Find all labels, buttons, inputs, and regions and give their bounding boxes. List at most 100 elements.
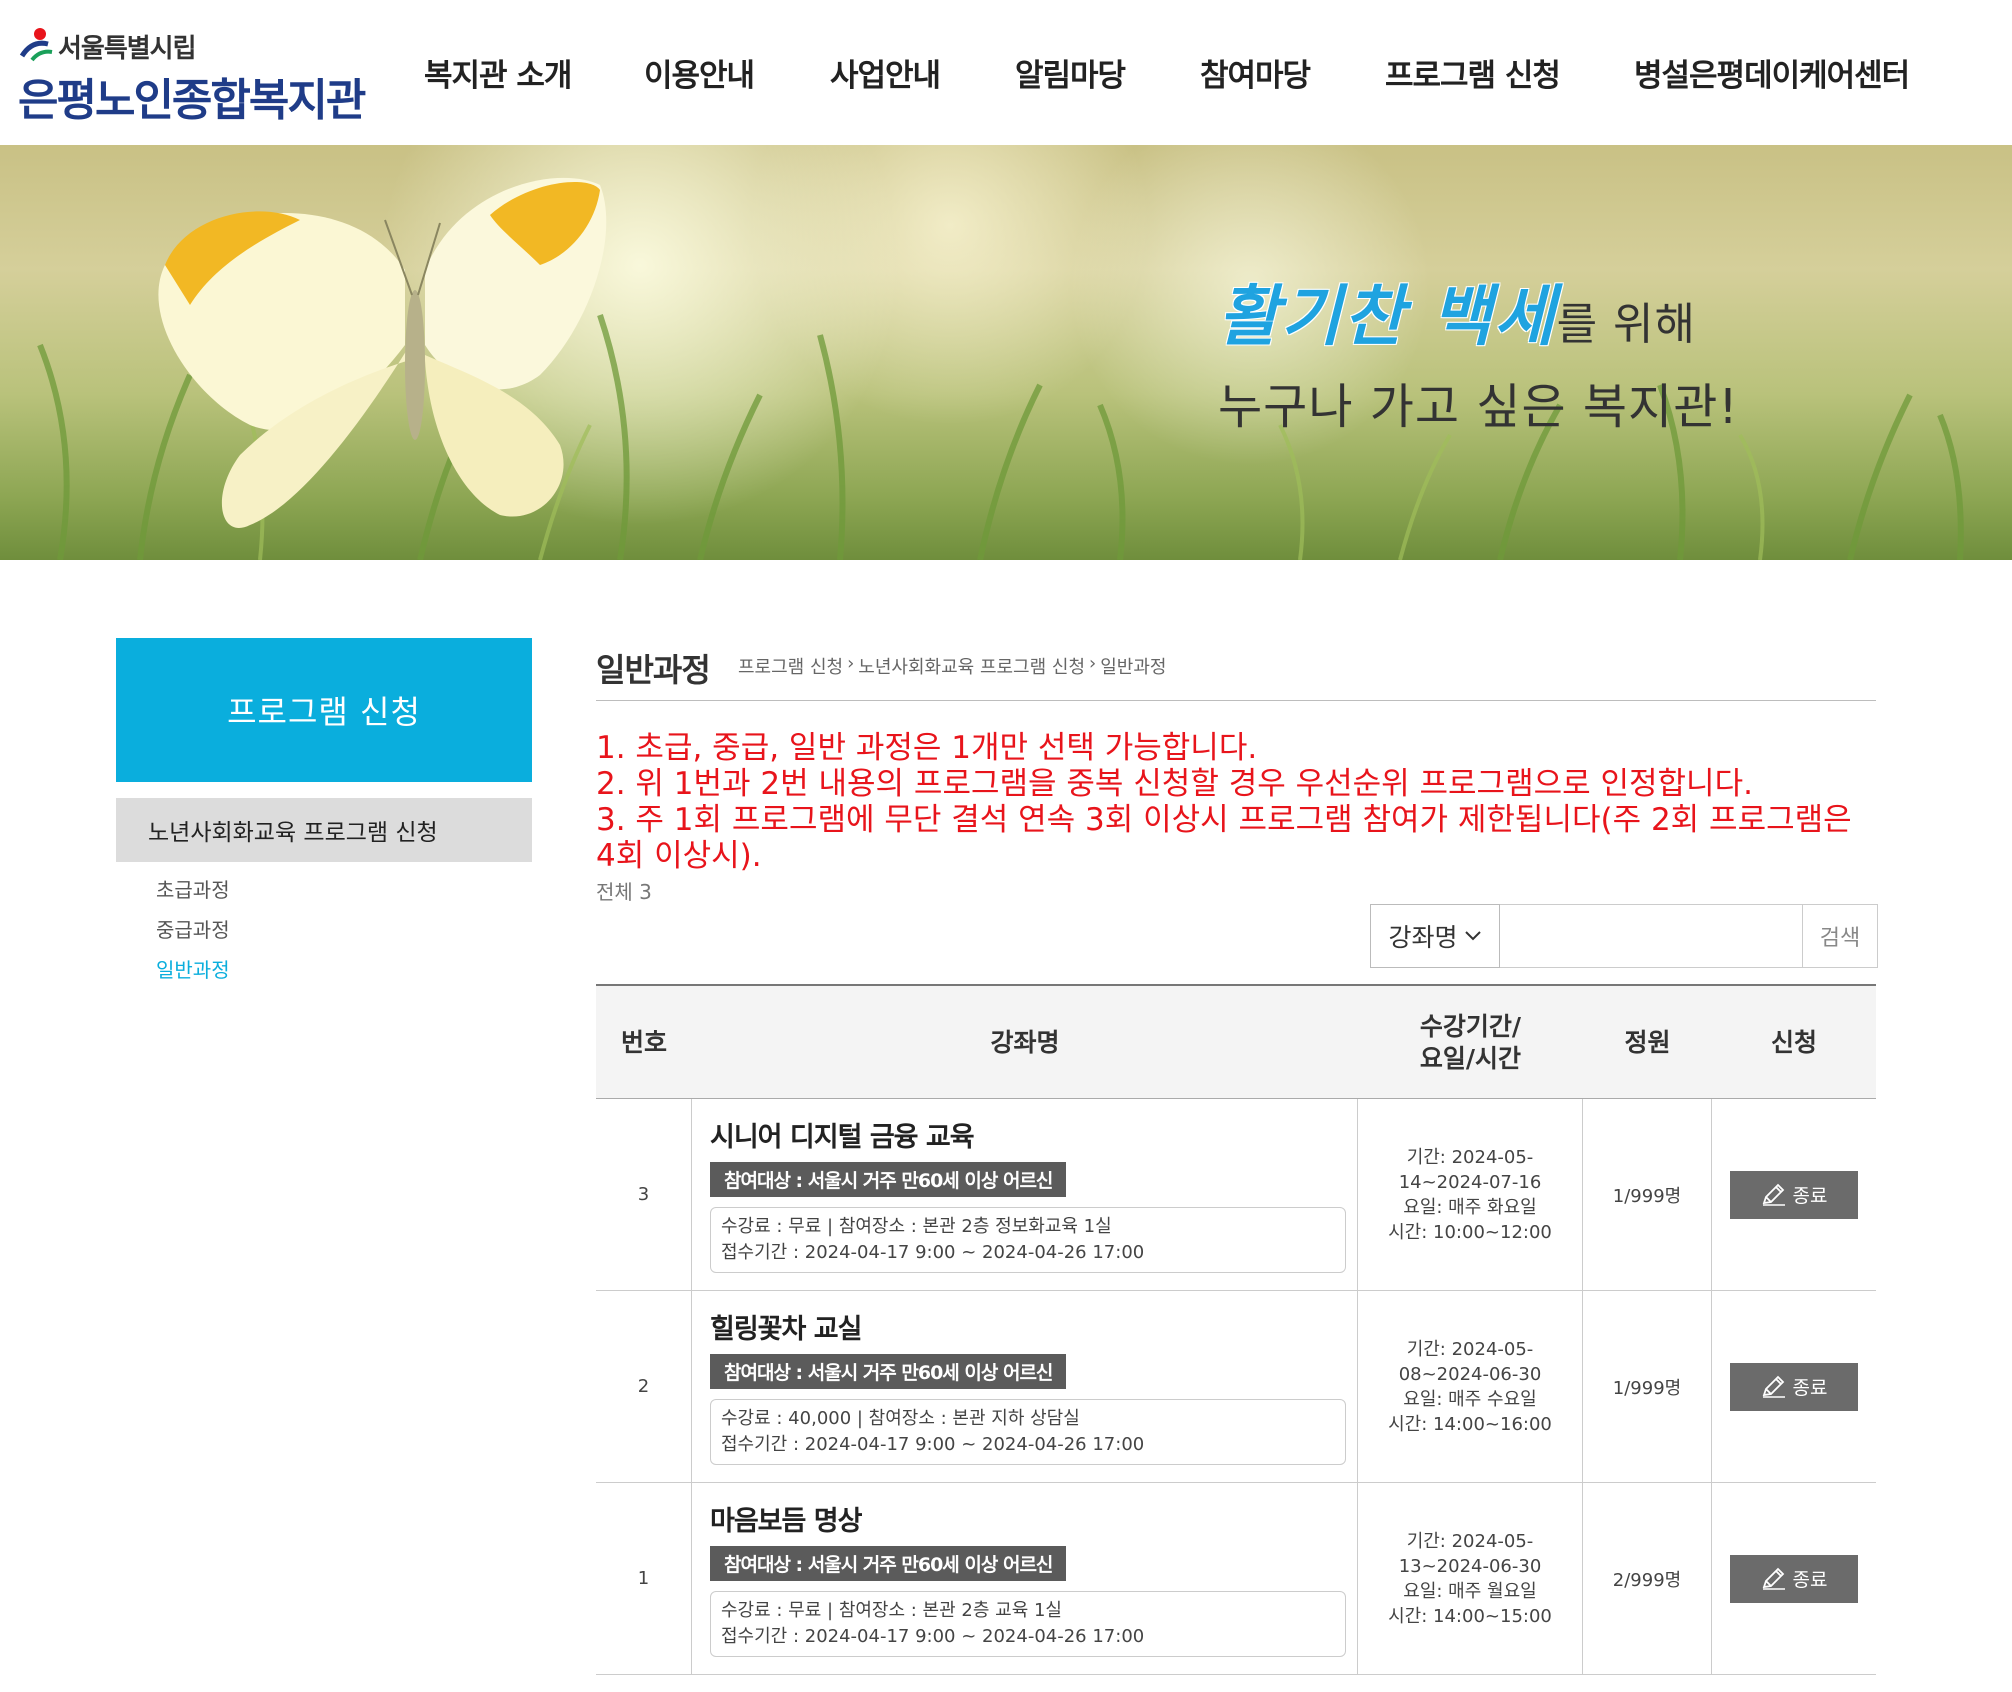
logo-mark-icon [19, 28, 53, 62]
header-no: 번호 [620, 1027, 667, 1057]
hero-banner: 활기찬 백세를 위해 누구나 가고 싶은 복지관! [0, 145, 2012, 560]
search-button[interactable]: 검색 [1802, 904, 1878, 968]
period-time: 시간: 10:00~12:00 [1388, 1221, 1552, 1243]
nav-item-notice[interactable]: 알림마당 [1015, 50, 1126, 95]
nav-item-daycare[interactable]: 병설은평데이케어센터 [1634, 50, 1910, 95]
course-info-box: 수강료 : 무료 | 참여장소 : 본관 2층 교육 1실 접수기간 : 202… [710, 1591, 1346, 1657]
row-apply: 종료 [1712, 1291, 1876, 1482]
period-start: 기간: 2024-05- [1406, 1146, 1534, 1168]
breadcrumb-item[interactable]: 노년사회화교육 프로그램 신청 [858, 653, 1085, 679]
course-fee-place: 수강료 : 무료 | 참여장소 : 본관 2층 정보화교육 1실 [721, 1216, 1112, 1237]
pencil-icon [1762, 1183, 1785, 1206]
period-day: 요일: 매주 수요일 [1403, 1388, 1537, 1410]
period-start: 기간: 2024-05- [1406, 1530, 1534, 1552]
notice-block: 1. 초급, 중급, 일반 과정은 1개만 선택 가능합니다. 2. 위 1번과… [596, 730, 1876, 874]
apply-closed-button[interactable]: 종료 [1730, 1362, 1858, 1411]
title-divider [596, 700, 1876, 701]
banner-accent-text: 활기찬 백세 [1218, 277, 1557, 355]
period-end: 13~2024-06-30 [1398, 1555, 1542, 1577]
header-apply: 신청 [1770, 1027, 1817, 1057]
table-row: 1 마음보듬 명상 참여대상 : 서울시 거주 만60세 이상 어르신 수강료 … [596, 1483, 1876, 1675]
breadcrumb-chevron-icon: › [847, 653, 855, 674]
banner-subline: 누구나 가고 싶은 복지관! [1218, 379, 1739, 435]
chevron-down-icon [1464, 931, 1481, 941]
course-registration-period: 접수기간 : 2024-04-17 9:00 ~ 2024-04-26 17:0… [721, 1434, 1145, 1455]
course-fee-place: 수강료 : 무료 | 참여장소 : 본관 2층 교육 1실 [721, 1600, 1062, 1621]
breadcrumb-item[interactable]: 일반과정 [1100, 653, 1166, 679]
header-capacity: 정원 [1624, 1027, 1671, 1057]
banner-headline-rest: 를 위해 [1556, 299, 1697, 350]
banner-headline: 활기찬 백세를 위해 [1218, 263, 1696, 359]
course-registration-period: 접수기간 : 2024-04-17 9:00 ~ 2024-04-26 17:0… [721, 1242, 1145, 1263]
row-capacity: 2/999명 [1583, 1483, 1712, 1674]
page-title: 일반과정 [596, 651, 711, 689]
target-badge: 참여대상 : 서울시 거주 만60세 이상 어르신 [710, 1354, 1067, 1389]
site-header: 서울특별시립 은평노인종합복지관 복지관 소개 이용안내 사업안내 알림마당 참… [0, 0, 2012, 145]
period-end: 08~2024-06-30 [1398, 1363, 1542, 1385]
pencil-icon [1762, 1375, 1785, 1398]
sidebar-item-intermediate[interactable]: 중급과정 [156, 914, 230, 943]
period-time: 시간: 14:00~16:00 [1388, 1413, 1552, 1435]
row-apply: 종료 [1712, 1483, 1876, 1674]
site-logo[interactable]: 서울특별시립 은평노인종합복지관 [18, 22, 378, 126]
search-field-select[interactable]: 강좌명 [1370, 904, 1500, 968]
period-day: 요일: 매주 화요일 [1403, 1196, 1537, 1218]
logo-subtitle: 서울특별시립 [58, 34, 197, 64]
breadcrumb-item[interactable]: 프로그램 신청 [738, 653, 843, 679]
sidebar-title: 프로그램 신청 [116, 638, 532, 782]
nav-item-about[interactable]: 복지관 소개 [424, 50, 572, 95]
row-number: 1 [596, 1483, 692, 1674]
notice-line: 1. 초급, 중급, 일반 과정은 1개만 선택 가능합니다. [596, 730, 1258, 766]
table-row: 2 힐링꽃차 교실 참여대상 : 서울시 거주 만60세 이상 어르신 수강료 … [596, 1291, 1876, 1483]
period-start: 기간: 2024-05- [1406, 1338, 1534, 1360]
row-capacity: 1/999명 [1583, 1099, 1712, 1290]
butterfly-icon [158, 177, 607, 528]
apply-closed-button[interactable]: 종료 [1730, 1170, 1858, 1219]
row-apply: 종료 [1712, 1099, 1876, 1290]
nav-item-program-apply[interactable]: 프로그램 신청 [1385, 50, 1561, 95]
notice-line: 3. 주 1회 프로그램에 무단 결석 연속 3회 이상시 프로그램 참여가 제… [596, 802, 1852, 874]
row-capacity: 1/999명 [1583, 1291, 1712, 1482]
course-info-box: 수강료 : 40,000 | 참여장소 : 본관 지하 상담실 접수기간 : 2… [710, 1399, 1346, 1465]
course-info-box: 수강료 : 무료 | 참여장소 : 본관 2층 정보화교육 1실 접수기간 : … [710, 1207, 1346, 1273]
nav-item-participate[interactable]: 참여마당 [1200, 50, 1311, 95]
course-title[interactable]: 힐링꽃차 교실 [710, 1307, 1341, 1346]
row-number: 3 [596, 1099, 692, 1290]
logo-title: 은평노인종합복지관 [18, 75, 366, 126]
apply-status-label: 종료 [1792, 1377, 1828, 1399]
course-fee-place: 수강료 : 40,000 | 참여장소 : 본관 지하 상담실 [721, 1408, 1080, 1429]
apply-closed-button[interactable]: 종료 [1730, 1554, 1858, 1603]
period-time: 시간: 14:00~15:00 [1388, 1605, 1552, 1627]
sidebar-item-beginner[interactable]: 초급과정 [156, 874, 230, 903]
butterfly-scene-illustration [37, 177, 1964, 560]
row-course: 시니어 디지털 금융 교육 참여대상 : 서울시 거주 만60세 이상 어르신 … [692, 1099, 1358, 1290]
row-period: 기간: 2024-05- 08~2024-06-30 요일: 매주 수요일 시간… [1358, 1291, 1583, 1482]
course-registration-period: 접수기간 : 2024-04-17 9:00 ~ 2024-04-26 17:0… [721, 1626, 1145, 1647]
table-row: 3 시니어 디지털 금융 교육 참여대상 : 서울시 거주 만60세 이상 어르… [596, 1099, 1876, 1291]
row-period: 기간: 2024-05- 13~2024-06-30 요일: 매주 월요일 시간… [1358, 1483, 1583, 1674]
course-title[interactable]: 마음보듬 명상 [710, 1499, 1341, 1538]
period-day: 요일: 매주 월요일 [1403, 1580, 1537, 1602]
header-period: 수강기간/ 요일/시간 [1358, 986, 1583, 1099]
breadcrumb: 프로그램 신청 › 노년사회화교육 프로그램 신청 › 일반과정 [738, 653, 1166, 679]
target-badge: 참여대상 : 서울시 거주 만60세 이상 어르신 [710, 1546, 1067, 1581]
period-end: 14~2024-07-16 [1398, 1171, 1542, 1193]
program-table: 번호 강좌명 수강기간/ 요일/시간 정원 신청 3 시니어 디지털 금융 교육… [596, 984, 1876, 1675]
row-period: 기간: 2024-05- 14~2024-07-16 요일: 매주 화요일 시간… [1358, 1099, 1583, 1290]
apply-status-label: 종료 [1792, 1185, 1828, 1207]
nav-item-guide[interactable]: 이용안내 [644, 50, 755, 95]
row-course: 마음보듬 명상 참여대상 : 서울시 거주 만60세 이상 어르신 수강료 : … [692, 1483, 1358, 1674]
search-select-value: 강좌명 [1388, 923, 1458, 952]
sidebar-item-general[interactable]: 일반과정 [156, 954, 230, 983]
nav-item-business[interactable]: 사업안내 [830, 50, 941, 95]
row-number: 2 [596, 1291, 692, 1482]
breadcrumb-chevron-icon: › [1089, 653, 1097, 674]
header-period-line2: 요일/시간 [1419, 1043, 1522, 1073]
table-header: 번호 강좌명 수강기간/ 요일/시간 정원 신청 [596, 984, 1876, 1099]
apply-status-label: 종료 [1792, 1569, 1828, 1591]
course-title[interactable]: 시니어 디지털 금융 교육 [710, 1115, 1341, 1154]
row-course: 힐링꽃차 교실 참여대상 : 서울시 거주 만60세 이상 어르신 수강료 : … [692, 1291, 1358, 1482]
search-input[interactable] [1500, 904, 1802, 968]
total-count: 전체 3 [596, 880, 652, 904]
sidebar-group-socialization[interactable]: 노년사회화교육 프로그램 신청 [116, 798, 532, 862]
